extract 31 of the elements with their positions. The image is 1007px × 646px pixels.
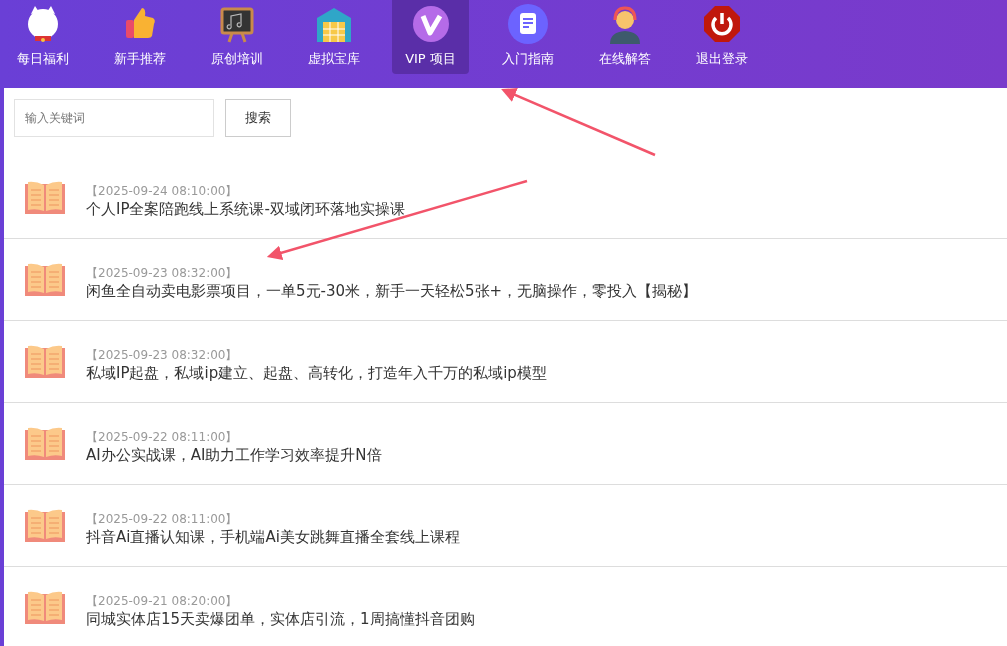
article-title[interactable]: 私域IP起盘，私域ip建立、起盘、高转化，打造年入千万的私域ip模型 (86, 363, 547, 383)
article-date: 【2025-09-23 08:32:00】 (86, 264, 239, 282)
article-date: 【2025-09-21 08:20:00】 (86, 592, 239, 610)
article-title[interactable]: 闲鱼全自动卖电影票项目，一单5元-30米，新手一天轻松5张+，无脑操作，零投入【揭秘】 (86, 281, 698, 301)
nav-item[interactable]: 入门指南 (489, 0, 566, 74)
article-title[interactable]: 抖音Ai直播认知课，手机端Ai美女跳舞直播全套线上课程 (86, 527, 460, 547)
article-date: 【2025-09-23 08:32:00】 (86, 346, 239, 364)
book-icon (24, 508, 66, 543)
book-icon (24, 262, 66, 297)
power-icon (701, 4, 742, 44)
article-title[interactable]: 个人IP全案陪跑线上系统课-双域闭环落地实操课 (86, 199, 405, 219)
nav-item[interactable]: 在线解答 (586, 0, 663, 74)
nav-item[interactable]: VIP 项目 (392, 0, 469, 74)
nav-item[interactable]: 新手推荐 (101, 0, 178, 74)
nav-item[interactable]: 虚拟宝库 (295, 0, 372, 74)
article-date: 【2025-09-22 08:11:00】 (86, 510, 239, 528)
book-icon (24, 426, 66, 461)
article-title[interactable]: 同城实体店15天卖爆团单，实体店引流，1周搞懂抖音团购 (86, 609, 475, 629)
nav-item[interactable]: 原创培训 (198, 0, 275, 74)
v-badge-icon (410, 4, 451, 44)
book-icon (24, 180, 66, 215)
book-icon (24, 590, 66, 625)
article-date: 【2025-09-24 08:10:00】 (86, 182, 239, 200)
article-title[interactable]: AI办公实战课，AI助力工作学习效率提升N倍 (86, 445, 382, 465)
nav-item[interactable]: 每日福利 (4, 0, 81, 74)
nav-item[interactable]: 退出登录 (683, 0, 760, 74)
search-field[interactable]: 输入关键词 (14, 99, 214, 137)
article-date: 【2025-09-22 08:11:00】 (86, 428, 239, 446)
document-icon (507, 4, 548, 44)
search-button[interactable]: 搜索 (225, 99, 291, 137)
book-icon (24, 344, 66, 379)
